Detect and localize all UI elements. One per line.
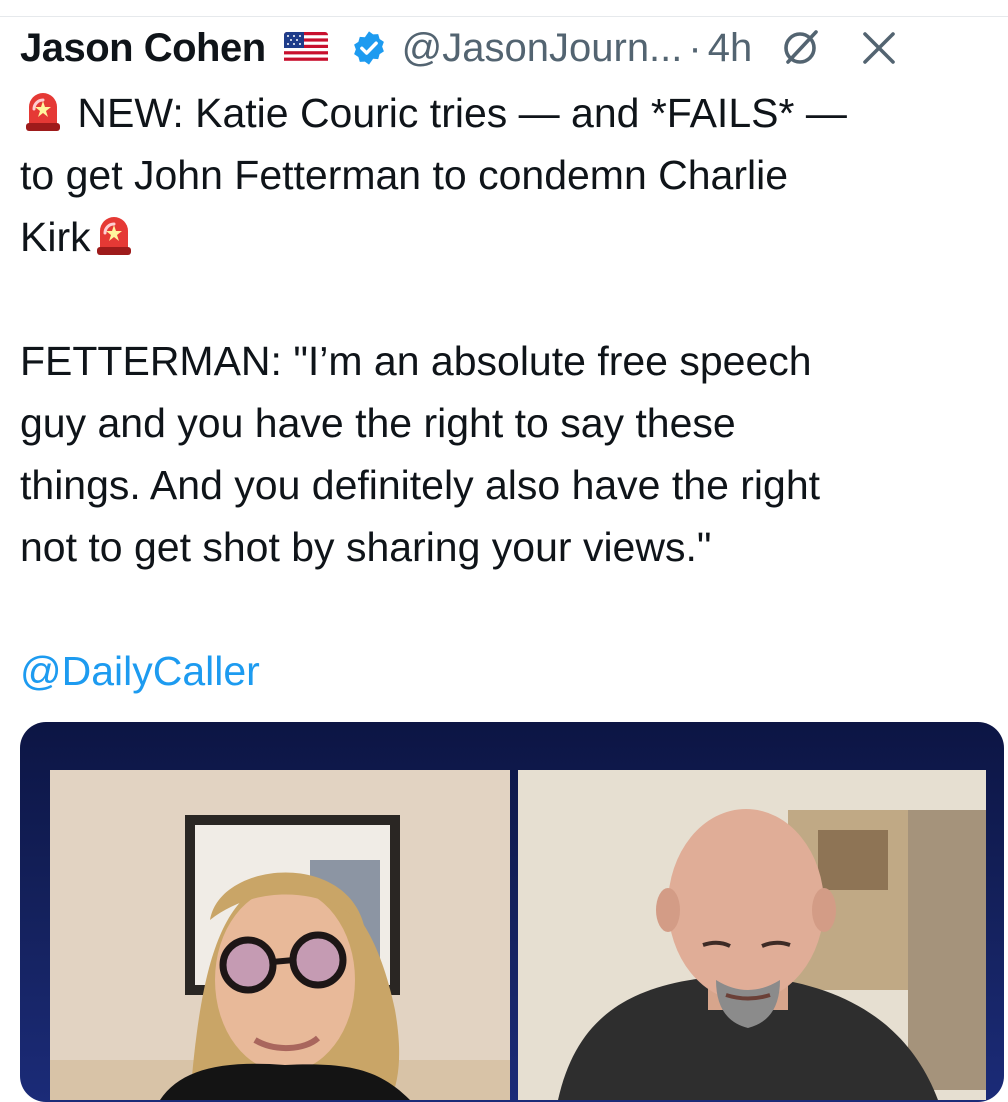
- video-left-panel: [50, 770, 510, 1100]
- us-flag-icon: [283, 32, 328, 64]
- grok-icon[interactable]: [778, 26, 822, 70]
- video-right-panel: [518, 770, 986, 1100]
- close-icon[interactable]: [860, 29, 898, 67]
- quote-line-3: things. And you definitely also have the…: [20, 462, 821, 508]
- police-siren-icon: [20, 87, 66, 133]
- mention-link[interactable]: @DailyCaller: [20, 648, 260, 694]
- headline-line-2: to get John Fetterman to condemn Charlie: [20, 152, 789, 198]
- timestamp[interactable]: 4h: [708, 26, 753, 71]
- quote-line-4: not to get shot by sharing your views.": [20, 524, 712, 570]
- tweet-header: Jason Cohen @JasonJourn... · 4h: [20, 22, 1008, 74]
- verified-badge-icon[interactable]: [350, 29, 388, 67]
- headline-text-3: Kirk: [20, 214, 91, 260]
- tweet-body: NEW: Katie Couric tries — and *FAILS* — …: [20, 82, 990, 702]
- headline-text-1: NEW: Katie Couric tries — and *FAILS* —: [77, 90, 847, 136]
- author-name[interactable]: Jason Cohen: [20, 26, 266, 71]
- woman-interviewer-image: [50, 770, 510, 1100]
- quote-line-1: FETTERMAN: "I’m an absolute free speech: [20, 338, 812, 384]
- separator-dot: ·: [688, 25, 702, 70]
- police-siren-icon: [91, 211, 137, 257]
- author-handle[interactable]: @JasonJourn...: [402, 26, 683, 71]
- headline-line-3: Kirk: [20, 206, 990, 268]
- quote-line-2: guy and you have the right to say these: [20, 400, 736, 446]
- top-divider: [0, 16, 1008, 17]
- headline-line-1: NEW: Katie Couric tries — and *FAILS* —: [20, 82, 990, 144]
- man-interviewee-image: [518, 770, 986, 1100]
- video-thumbnail[interactable]: [20, 722, 1004, 1102]
